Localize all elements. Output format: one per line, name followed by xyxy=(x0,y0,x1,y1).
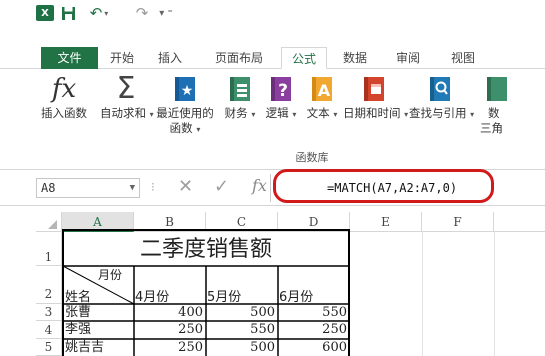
recently-used-label: 最近使用的 xyxy=(156,106,214,120)
table-cell[interactable]: 400 xyxy=(134,304,206,321)
text-book-icon: A xyxy=(309,75,335,103)
insert-function-icon[interactable]: fx xyxy=(252,176,267,195)
formula-bar-grip-icon[interactable]: ⁝ xyxy=(151,180,155,194)
tab-home[interactable]: 开始 xyxy=(102,47,142,69)
sigma-icon: Σ xyxy=(116,71,136,106)
lookup-reference-label: 查找与引用 xyxy=(409,106,467,120)
autosum-label: 自动求和 xyxy=(100,106,146,120)
calendar-book-icon xyxy=(361,75,387,103)
header-may[interactable]: 5月份 xyxy=(207,286,241,305)
recently-used-button[interactable]: ★ 最近使用的 函数 ▾ xyxy=(154,75,216,137)
text-label: 文本 xyxy=(306,106,330,120)
tab-data[interactable]: 数据 xyxy=(335,47,375,69)
financial-label: 财务 xyxy=(224,106,248,120)
customize-icon[interactable]: ▾ ⁼ xyxy=(155,5,177,21)
money-book-icon xyxy=(227,75,253,103)
insert-function-label: 插入函数 xyxy=(41,106,87,120)
enter-icon[interactable]: ✓ xyxy=(214,176,229,197)
date-time-button[interactable]: 日期和时间 ▾ xyxy=(343,75,408,122)
sheet-title[interactable]: 二季度销售额 xyxy=(63,234,349,266)
worksheet-grid[interactable]: A B C D E F 1 2 3 4 5 二季度销售额 月份 姓名 4月份 5… xyxy=(36,206,545,356)
svg-text:★: ★ xyxy=(181,83,194,99)
table-cell[interactable]: 250 xyxy=(134,339,206,356)
svg-text:A: A xyxy=(318,81,331,100)
math-trig-label: 数 xyxy=(488,106,500,120)
tab-insert[interactable]: 插入 xyxy=(150,47,190,69)
date-time-label: 日期和时间 xyxy=(343,106,401,120)
tab-file[interactable]: 文件 xyxy=(41,47,98,69)
diag-header-month[interactable]: 月份 xyxy=(98,266,122,283)
name-box-value: A8 xyxy=(41,181,56,195)
excel-icon[interactable]: X xyxy=(36,5,54,21)
ribbon-tabs: 文件 开始 插入 页面布局 公式 数据 审阅 视图 xyxy=(0,47,545,69)
table-row-name[interactable]: 姚吉吉 xyxy=(65,339,104,356)
table-cell[interactable]: 550 xyxy=(206,321,278,339)
ribbon-formulas: fx 插入函数 Σ 自动求和 ▾ ★ 最近使用的 函数 ▾ 财务 ▾ ? 逻辑 … xyxy=(0,69,545,170)
tab-formulas[interactable]: 公式 xyxy=(281,47,327,69)
table-cell[interactable]: 600 xyxy=(278,339,350,356)
header-april[interactable]: 4月份 xyxy=(135,286,169,305)
table-cell[interactable]: 500 xyxy=(206,339,278,356)
search-book-icon xyxy=(427,75,453,103)
lookup-reference-button[interactable]: 查找与引用 ▾ xyxy=(409,75,474,122)
title-bar: X ↶ ▾ ↷ ▾ ⁼ xyxy=(0,0,545,26)
table-cell[interactable]: 250 xyxy=(134,321,206,339)
cancel-icon[interactable]: ✕ xyxy=(178,176,193,197)
table-cell[interactable]: 250 xyxy=(278,321,350,339)
math-book-icon xyxy=(484,75,510,103)
star-book-icon: ★ xyxy=(172,75,198,103)
table-cell[interactable]: 550 xyxy=(278,304,350,321)
autosum-button[interactable]: Σ 自动求和 ▾ xyxy=(100,71,154,122)
math-trig-label2: 三角 xyxy=(480,121,503,135)
logical-button[interactable]: ? 逻辑 ▾ xyxy=(265,75,297,122)
chevron-down-icon[interactable]: ▼ xyxy=(130,179,135,197)
function-library-group-label: 函数库 xyxy=(295,151,329,164)
text-button[interactable]: A 文本 ▾ xyxy=(306,75,338,122)
tab-page-layout[interactable]: 页面布局 xyxy=(207,47,271,69)
header-june[interactable]: 6月份 xyxy=(279,286,313,305)
name-box[interactable]: A8 ▼ xyxy=(36,178,140,198)
svg-text:?: ? xyxy=(278,81,288,101)
table-cell[interactable]: 500 xyxy=(206,304,278,321)
math-trig-button[interactable]: 数 三角 xyxy=(474,75,545,136)
logical-label: 逻辑 xyxy=(265,106,289,120)
redo-icon[interactable]: ↷ xyxy=(133,4,151,22)
tab-review[interactable]: 审阅 xyxy=(388,47,428,69)
table-row-name[interactable]: 李强 xyxy=(65,321,91,339)
undo-icon[interactable]: ↶ ▾ xyxy=(85,4,113,22)
tab-view[interactable]: 视图 xyxy=(443,47,483,69)
diag-header-name[interactable]: 姓名 xyxy=(65,286,91,305)
fx-icon: fx xyxy=(51,74,77,104)
save-icon[interactable] xyxy=(60,5,76,21)
formula-highlight-annotation xyxy=(273,169,494,203)
financial-button[interactable]: 财务 ▾ xyxy=(222,75,258,122)
question-book-icon: ? xyxy=(268,75,294,103)
recently-used-label2: 函数 xyxy=(169,121,193,135)
insert-function-button[interactable]: fx 插入函数 xyxy=(37,75,91,121)
table-row-name[interactable]: 张曹 xyxy=(65,304,91,321)
